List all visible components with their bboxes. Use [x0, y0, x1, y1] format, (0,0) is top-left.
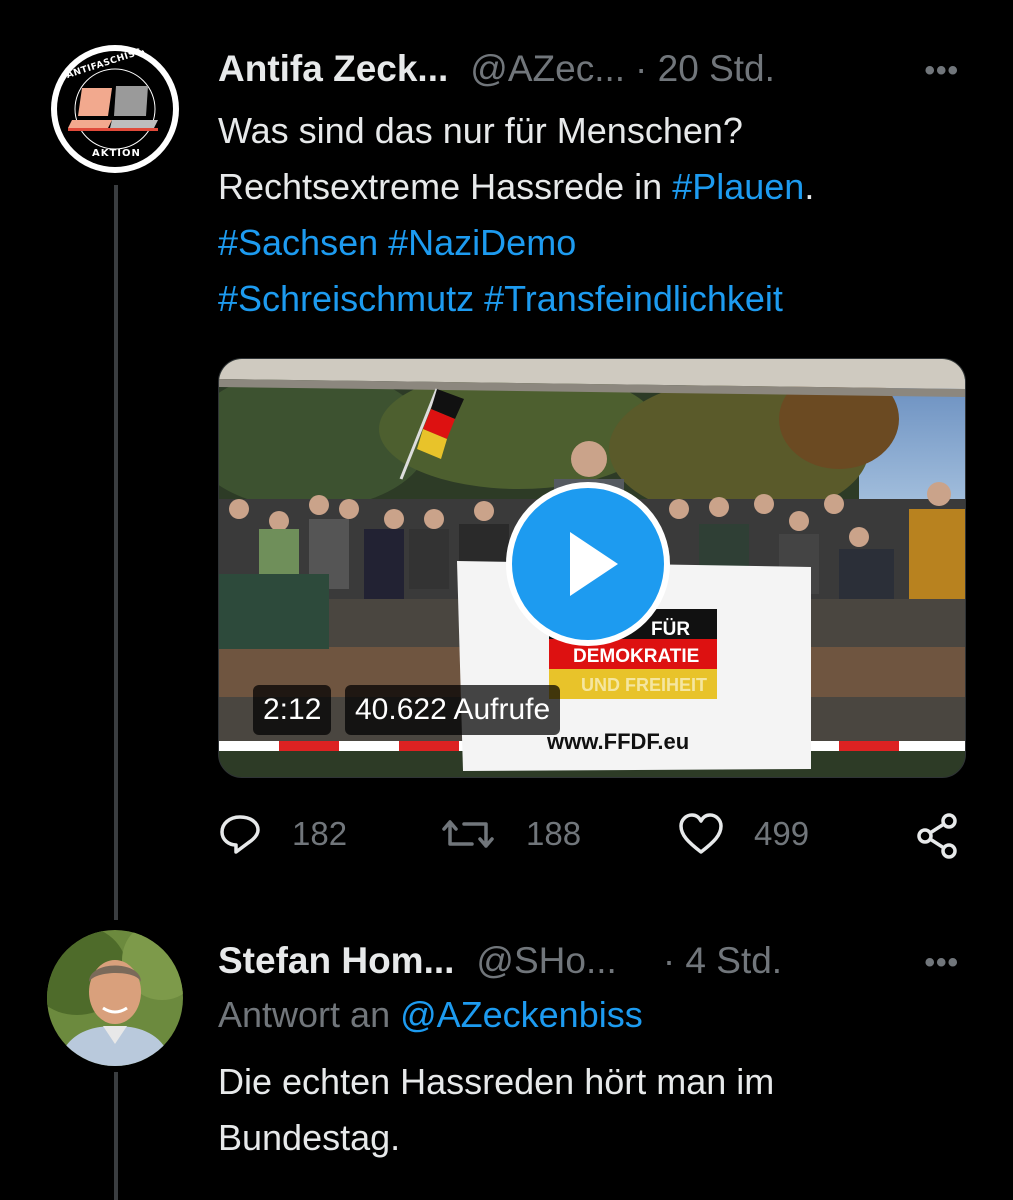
tweet-time[interactable]: · 4 Std.: [663, 940, 782, 982]
share-button[interactable]: [916, 812, 990, 860]
reply-count: 182: [292, 815, 348, 852]
like-icon: [679, 813, 723, 854]
hashtag-plauen[interactable]: #Plauen: [672, 166, 804, 207]
hashtag-nazidemo[interactable]: #NaziDemo: [388, 222, 576, 263]
tweet-text: Was sind das nur für Menschen? Rechtsext…: [218, 103, 958, 327]
more-icon[interactable]: •••: [924, 946, 959, 980]
tweet-text-line: Was sind das nur für Menschen?: [218, 110, 743, 151]
avatar-text-bottom: AKTION: [92, 148, 141, 159]
tweet-text-line: Die echten Hassreden hört man im: [218, 1061, 775, 1102]
hashtag-transfeindlichkeit[interactable]: #Transfeindlichkeit: [484, 278, 783, 319]
tweet-1[interactable]: ANTIFASCHISTISCHE AKTION Antifa Zeck... …: [0, 0, 1013, 900]
avatar-antifa[interactable]: ANTIFASCHISTISCHE AKTION: [50, 44, 180, 174]
retweet-count: 188: [526, 815, 582, 852]
tweet-time[interactable]: · 20 Std.: [635, 48, 775, 90]
tweet-header: Antifa Zeck... @AZec... · 20 Std.: [218, 48, 775, 90]
play-button[interactable]: [506, 482, 670, 646]
tweet-2[interactable]: Stefan Hom... @SHo... · 4 Std. ••• Antwo…: [0, 900, 1013, 1200]
share-icon: [917, 813, 957, 859]
tweet-text-line: Bundestag.: [218, 1117, 401, 1158]
reply-to-link[interactable]: @AZeckenbiss: [400, 994, 643, 1035]
tweet-header: Stefan Hom... @SHo... · 4 Std.: [218, 940, 782, 982]
profile-photo: [47, 930, 183, 1066]
like-count: 499: [754, 815, 810, 852]
author-handle[interactable]: @SHo...: [476, 940, 616, 982]
reply-button[interactable]: 182: [218, 812, 347, 856]
reply-prefix: Antwort an: [218, 994, 401, 1035]
banner-text-demokratie: DEMOKRATIE: [573, 646, 700, 667]
play-icon: [570, 532, 618, 596]
avatar-stefan[interactable]: [47, 930, 183, 1066]
text-fragment: Rechtsextreme Hassrede in: [218, 166, 673, 207]
tweet-text-line: #Schreischmutz #Transfeindlichkeit: [218, 271, 958, 327]
text-fragment: .: [804, 166, 815, 207]
more-icon[interactable]: •••: [924, 54, 959, 88]
retweet-button[interactable]: 188: [440, 812, 581, 856]
author-handle[interactable]: @AZec...: [470, 48, 625, 90]
video-views: 40.622 Aufrufe: [345, 685, 561, 735]
banner-text-freiheit: UND FREIHEIT: [581, 675, 707, 695]
tweet-text-line: #Sachsen #NaziDemo: [218, 215, 958, 271]
reply-icon: [220, 815, 260, 854]
hashtag-schreischmutz[interactable]: #Schreischmutz: [218, 278, 474, 319]
author-name[interactable]: Stefan Hom...: [218, 940, 454, 982]
tweet-text-line: Rechtsextreme Hassrede in #Plauen.: [218, 159, 958, 215]
video-duration: 2:12: [253, 685, 332, 735]
banner-url: www.FFDF.eu: [547, 729, 690, 754]
like-button[interactable]: 499: [678, 812, 809, 856]
retweet-icon: [442, 820, 494, 848]
tweet-text: Die echten Hassreden hört man im Bundest…: [218, 1054, 958, 1166]
video-player[interactable]: FÜR DEMOKRATIE UND FREIHEIT www.FFDF.eu …: [218, 358, 966, 778]
tweet-actions: 182 188 499: [218, 812, 963, 868]
hashtag-sachsen[interactable]: #Sachsen: [218, 222, 378, 263]
reply-context: Antwort an @AZeckenbiss: [218, 994, 643, 1036]
author-name[interactable]: Antifa Zeck...: [218, 48, 448, 90]
